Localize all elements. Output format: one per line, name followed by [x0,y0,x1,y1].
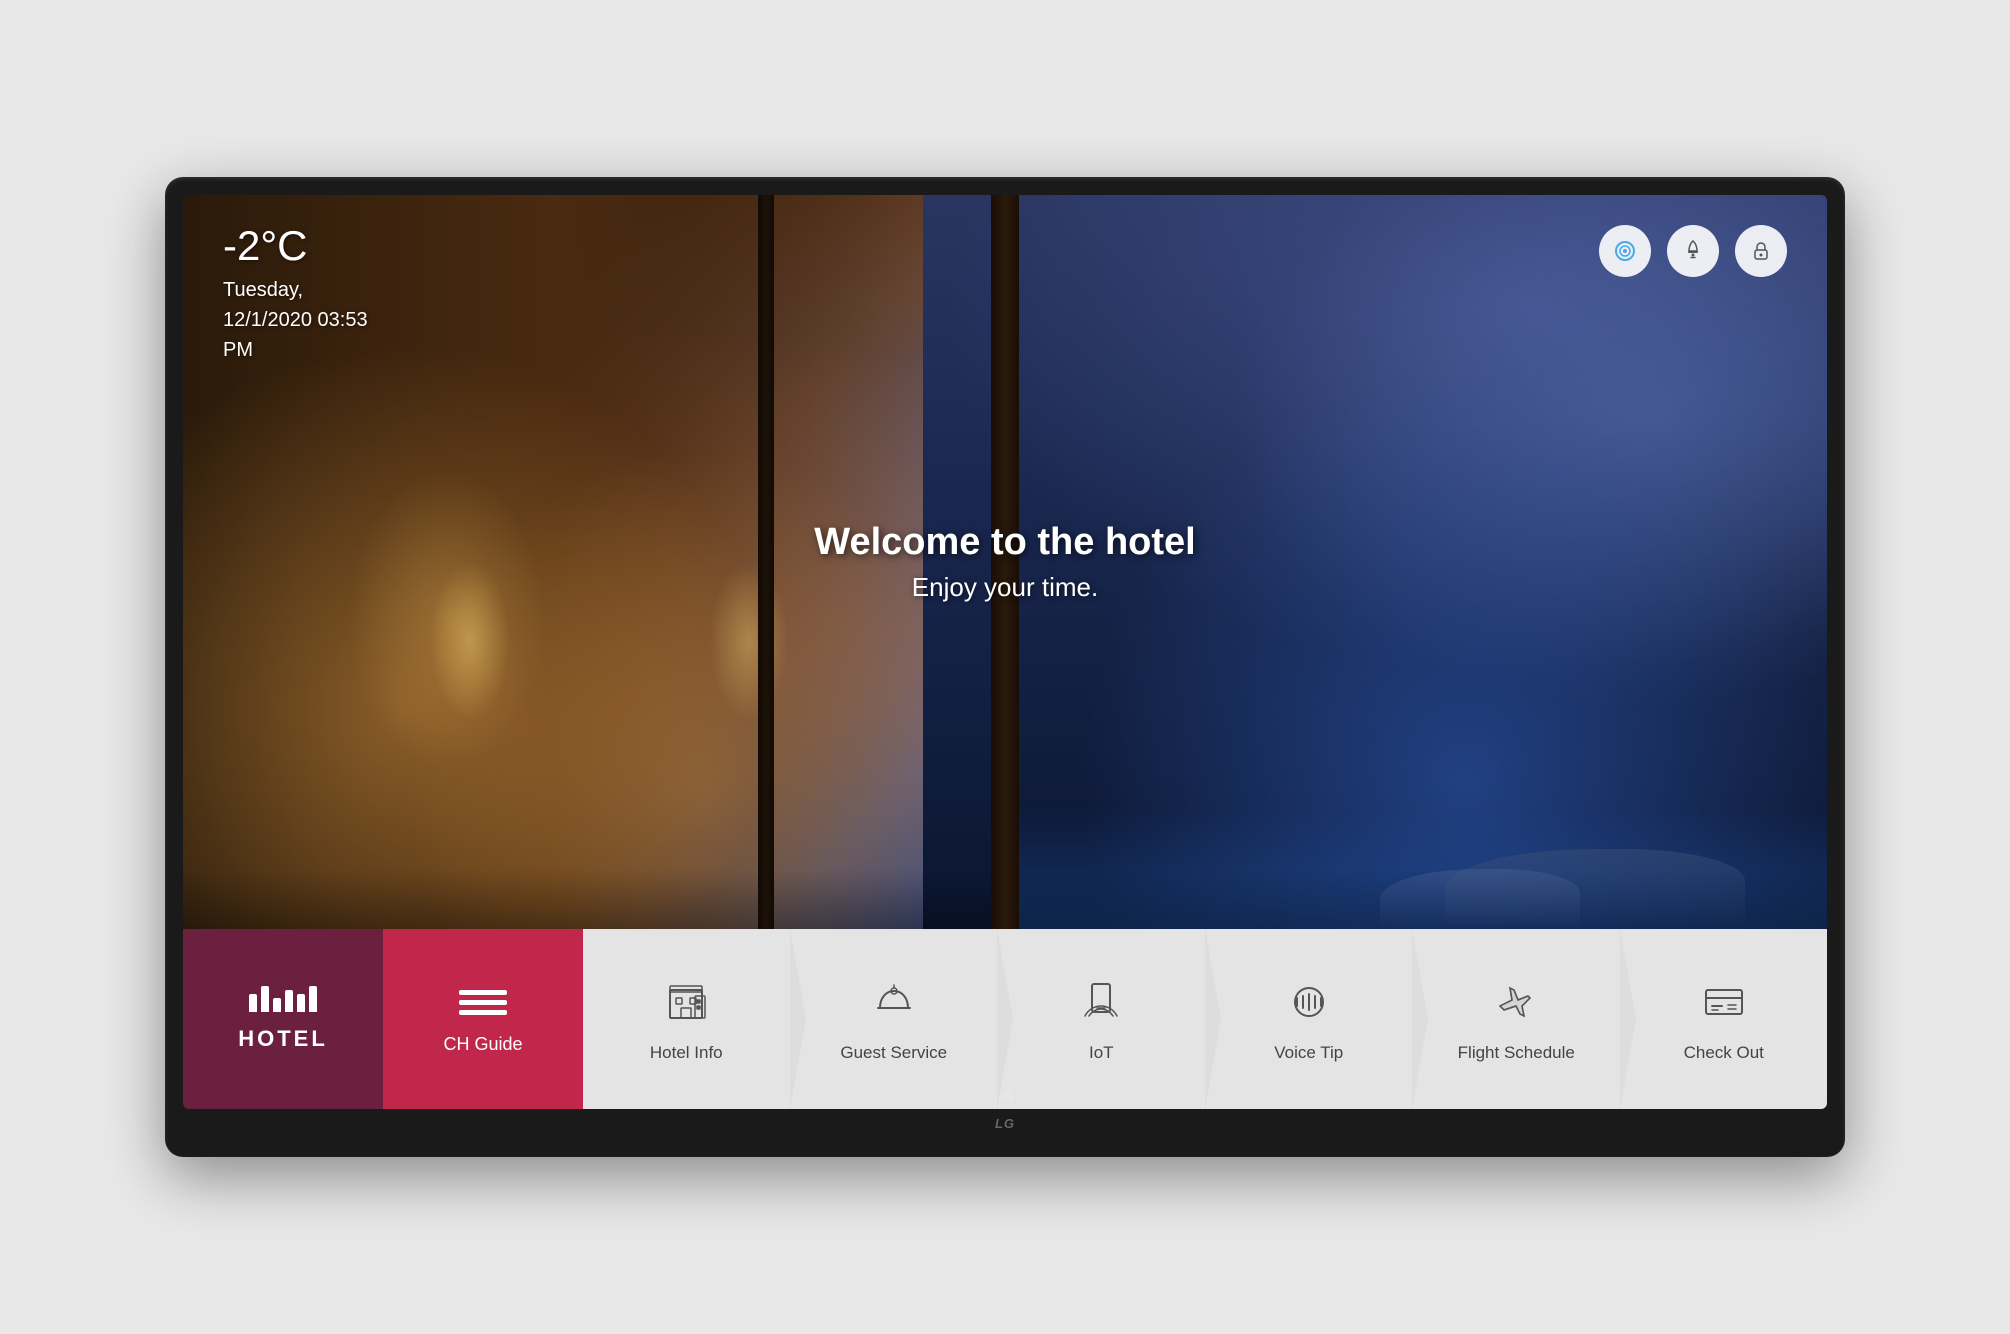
check-out-svg [1700,978,1748,1026]
ch-guide-line-1 [459,990,507,995]
ch-guide-line-3 [459,1010,507,1015]
guest-service-label: Guest Service [840,1043,947,1063]
tv-screen: -2°C Tuesday, 12/1/2020 03:53 PM [183,195,1827,1109]
voice-tip-icon [1282,975,1336,1029]
flight-schedule-icon [1489,975,1543,1029]
datetime-display: Tuesday, 12/1/2020 03:53 PM [223,275,368,365]
voice-tip-label: Voice Tip [1274,1043,1343,1063]
service-button[interactable] [1667,225,1719,277]
bar-3 [273,998,281,1012]
bar-2 [261,986,269,1012]
menu-item-check-out[interactable]: Check Out [1621,929,1828,1109]
welcome-subtitle: Enjoy your time. [814,572,1195,603]
bar-4 [285,990,293,1012]
menu-item-guest-service[interactable]: Guest Service [791,929,999,1109]
menu-item-ch-guide[interactable]: CH Guide [383,929,583,1109]
welcome-title: Welcome to the hotel [814,521,1195,564]
flight-schedule-label: Flight Schedule [1458,1043,1575,1063]
voice-icon [1613,239,1637,263]
bar-6 [309,986,317,1012]
weather-time-block: -2°C Tuesday, 12/1/2020 03:53 PM [223,225,368,365]
iot-svg [1077,978,1125,1026]
ch-guide-label: CH Guide [443,1034,522,1055]
menu-item-iot[interactable]: IoT [998,929,1206,1109]
ch-guide-icon [459,984,507,1022]
iot-label: IoT [1089,1043,1114,1063]
guest-service-svg [870,978,918,1026]
date-time-label: 12/1/2020 03:53 [223,309,368,331]
lock-button[interactable] [1735,225,1787,277]
hotel-info-icon [659,975,713,1029]
tv-brand-bezel: LG [995,1116,1015,1131]
lamp-2 [709,561,789,721]
bar-5 [297,994,305,1012]
menu-items-area: Hotel Info Guest Service [583,929,1827,1109]
menu-item-hotel-info[interactable]: Hotel Info [583,929,791,1109]
day-label: Tuesday, [223,279,303,301]
flight-schedule-svg [1492,978,1540,1026]
bell-icon [1681,239,1705,263]
ch-guide-line-2 [459,1000,507,1005]
hotel-info-label: Hotel Info [650,1043,723,1063]
tv-display: -2°C Tuesday, 12/1/2020 03:53 PM [165,177,1845,1157]
voice-tip-svg [1285,978,1333,1026]
guest-service-icon [867,975,921,1029]
check-out-icon [1697,975,1751,1029]
hotel-name-label: HOTEL [238,1026,328,1052]
menu-item-flight-schedule[interactable]: Flight Schedule [1413,929,1621,1109]
hotel-info-svg [662,978,710,1026]
mountain-2 [1380,869,1580,929]
temperature-display: -2°C [223,225,368,267]
lamp-1 [430,561,510,721]
check-out-label: Check Out [1684,1043,1764,1063]
menu-bar: HOTEL CH Guide [183,929,1827,1109]
hotel-bars-icon [249,986,317,1012]
voice-assistant-button[interactable] [1599,225,1651,277]
period-label: PM [223,339,253,361]
iot-icon [1074,975,1128,1029]
lock-icon [1749,239,1773,263]
top-overlay: -2°C Tuesday, 12/1/2020 03:53 PM [183,195,1827,395]
menu-item-voice-tip[interactable]: Voice Tip [1206,929,1414,1109]
top-icon-group [1599,225,1787,277]
welcome-text-block: Welcome to the hotel Enjoy your time. [814,521,1195,603]
bar-1 [249,994,257,1012]
hotel-logo-section: HOTEL [183,929,383,1109]
